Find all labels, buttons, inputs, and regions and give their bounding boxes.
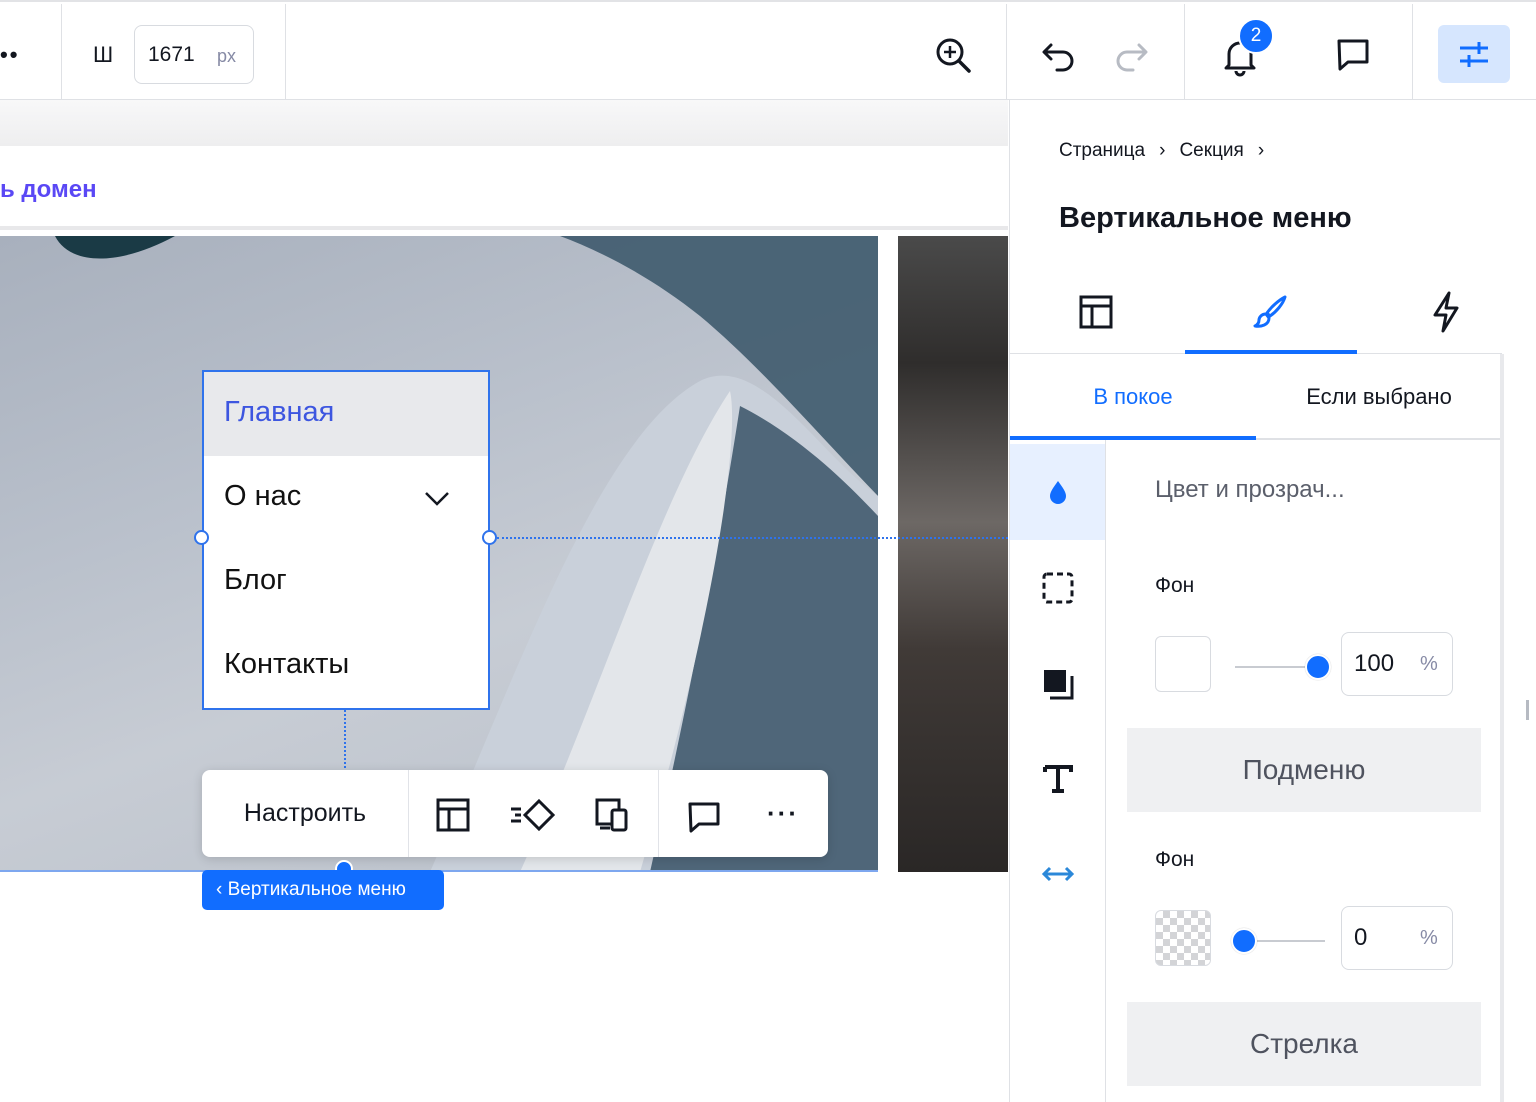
- slider-knob[interactable]: [1231, 928, 1257, 954]
- menu-item-home[interactable]: Главная: [204, 372, 488, 456]
- slider-knob[interactable]: [1305, 654, 1331, 680]
- menu-item-blog[interactable]: Блог: [204, 540, 488, 624]
- menu-item-label: Контакты: [224, 648, 350, 680]
- canvas-top-band: [0, 100, 1008, 146]
- action-divider: [408, 770, 409, 857]
- width-value: 1671: [148, 43, 195, 66]
- notification-badge: 2: [1238, 18, 1274, 54]
- dashed-border-icon: [1042, 572, 1073, 604]
- breadcrumb: Страница › Секция ›: [1059, 140, 1264, 162]
- side-image[interactable]: [898, 236, 1008, 872]
- toolbar-divider: [1006, 4, 1007, 100]
- toolbar-divider: [1412, 4, 1413, 100]
- background-label: Фон: [1155, 574, 1195, 597]
- animation-icon[interactable]: [508, 792, 558, 838]
- opacity-input[interactable]: 0 %: [1341, 906, 1453, 970]
- action-divider: [658, 770, 659, 857]
- zoom-in-icon[interactable]: [930, 32, 976, 78]
- layout-icon: [1079, 295, 1113, 329]
- breadcrumb-section[interactable]: Секция: [1179, 140, 1243, 162]
- resize-handle-left[interactable]: [194, 530, 209, 545]
- toolbar-divider: [61, 4, 62, 100]
- customize-button[interactable]: Настроить: [202, 770, 408, 857]
- shadow-category[interactable]: [1010, 636, 1105, 732]
- state-tab-selected[interactable]: Если выбрано: [1256, 354, 1502, 440]
- chevron-down-icon: [425, 492, 449, 506]
- opacity-slider[interactable]: [1235, 654, 1331, 680]
- menu-item-label: Блог: [224, 564, 287, 596]
- breadcrumb-page[interactable]: Страница: [1059, 140, 1145, 162]
- state-tab-regular[interactable]: В покое: [1010, 354, 1256, 440]
- opacity-input[interactable]: 100 %: [1341, 632, 1453, 696]
- editor-canvas[interactable]: ь домен Главная О нас Блог Контакты Наст…: [0, 100, 1008, 1102]
- tab-interactions[interactable]: [1360, 270, 1532, 354]
- state-tabs-divider: [1256, 438, 1502, 440]
- menu-item-label: О нас: [224, 480, 302, 512]
- inspector-toggle-button[interactable]: [1438, 25, 1510, 83]
- background-label: Фон: [1155, 848, 1195, 871]
- sliders-icon: [1460, 42, 1488, 67]
- border-category[interactable]: [1010, 540, 1105, 636]
- design-categories-rail: [1010, 440, 1106, 1102]
- design-brush-icon: [1253, 295, 1287, 328]
- panel-scrollbar-track[interactable]: [1500, 354, 1504, 1102]
- resize-handle-right[interactable]: [482, 530, 497, 545]
- menu-item-about[interactable]: О нас: [204, 456, 488, 540]
- toolbar-divider: [1184, 4, 1185, 100]
- width-input[interactable]: 1671 px: [134, 25, 254, 84]
- background-color-swatch[interactable]: [1155, 910, 1211, 966]
- comments-icon[interactable]: [1330, 32, 1376, 78]
- alignment-guide: [344, 710, 346, 772]
- toolbar-divider: [285, 4, 286, 100]
- vertical-menu[interactable]: Главная О нас Блог Контакты: [202, 370, 490, 710]
- width-unit: px: [217, 46, 237, 66]
- submenu-group-header[interactable]: Подменю: [1127, 728, 1481, 812]
- undo-icon[interactable]: [1036, 32, 1082, 78]
- panel-title: Вертикальное меню: [1059, 202, 1352, 234]
- chevron-right-icon: ›: [1257, 140, 1265, 161]
- arrow-group-header[interactable]: Стрелка: [1127, 1002, 1481, 1086]
- more-icon[interactable]: ••: [0, 42, 19, 68]
- chevron-right-icon: ›: [1159, 140, 1166, 161]
- text-icon: [1042, 765, 1073, 793]
- element-tag[interactable]: ‹ Вертикальное меню: [202, 870, 444, 910]
- percent-unit: %: [1420, 927, 1438, 949]
- opacity-value: 0: [1354, 924, 1368, 951]
- horizontal-arrows-icon: [1041, 866, 1074, 882]
- tab-layout[interactable]: [1010, 270, 1182, 354]
- menu-item-contacts[interactable]: Контакты: [204, 624, 488, 708]
- text-category[interactable]: [1010, 730, 1105, 826]
- alignment-guide: [497, 537, 1008, 539]
- tab-design[interactable]: [1185, 270, 1357, 354]
- menu-item-label: Главная: [224, 396, 335, 428]
- fill-color-category[interactable]: [1010, 444, 1105, 540]
- domain-banner: ь домен: [0, 146, 1008, 230]
- scrollbar-thumb[interactable]: [1526, 700, 1529, 720]
- percent-unit: %: [1420, 653, 1438, 675]
- background-color-swatch[interactable]: [1155, 636, 1211, 692]
- opacity-slider[interactable]: [1231, 928, 1325, 954]
- droplet-icon: [1049, 481, 1066, 504]
- shadow-icon: [1043, 670, 1073, 700]
- responsive-devices-icon[interactable]: [590, 792, 636, 838]
- comment-icon[interactable]: [681, 794, 727, 840]
- inspector-panel: Страница › Секция › Вертикальное меню В …: [1009, 100, 1536, 1102]
- opacity-value: 100: [1354, 650, 1395, 677]
- more-actions-icon[interactable]: ···: [758, 790, 808, 836]
- width-label: Ш: [93, 42, 114, 67]
- redo-icon[interactable]: [1108, 32, 1154, 78]
- interactions-bolt-icon: [1433, 291, 1459, 333]
- layout-icon[interactable]: [430, 792, 476, 838]
- top-toolbar: •• Ш 1671 px 2: [0, 0, 1536, 100]
- section-title: Цвет и прозрач...: [1155, 476, 1345, 503]
- connect-domain-link[interactable]: ь домен: [0, 176, 97, 204]
- spacing-category[interactable]: [1010, 826, 1105, 922]
- element-action-bar: Настроить ···: [202, 770, 828, 857]
